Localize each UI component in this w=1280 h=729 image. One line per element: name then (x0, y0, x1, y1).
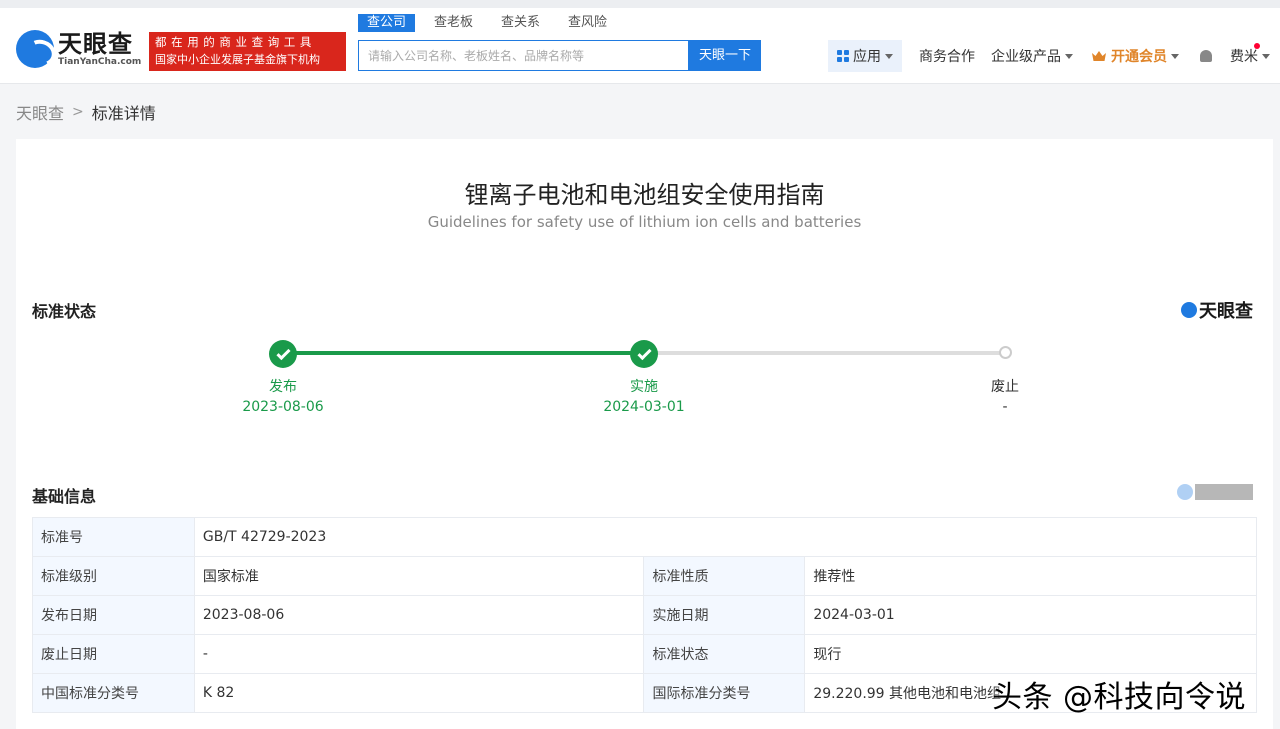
timeline-node-publish (269, 340, 297, 368)
breadcrumb-home[interactable]: 天眼查 (16, 100, 64, 124)
slogan-line-1: 都在用的商业查询工具 (155, 35, 316, 49)
brand-name: 天眼查 (1199, 301, 1253, 322)
search-box (358, 40, 689, 71)
basic-info-section-title: 基础信息 (32, 487, 97, 506)
search-button[interactable]: 天眼一下 (689, 40, 761, 71)
search-input[interactable] (359, 41, 688, 70)
chevron-right-icon: > (72, 104, 84, 120)
bell-icon (1200, 50, 1212, 62)
nav-ent-label: 企业级产品 (991, 49, 1061, 65)
notification-button[interactable] (1200, 40, 1212, 72)
tab-boss[interactable]: 查老板 (425, 14, 482, 32)
unread-dot (1254, 43, 1260, 49)
check-icon (275, 345, 291, 360)
chevron-down-icon (1262, 53, 1270, 59)
table-row: 废止日期 - 标准状态 现行 (32, 634, 1257, 674)
info-key: 废止日期 (32, 634, 195, 674)
user-menu[interactable]: 费米 (1230, 40, 1270, 72)
timeline-progress-done (283, 351, 645, 355)
brand-watermark-blurred (1177, 484, 1253, 500)
tianyancha-logo-icon (16, 30, 54, 68)
standard-title-cn: 锂离子电池和电池组安全使用指南 (464, 181, 825, 209)
site-logo[interactable]: 天眼查 TianYanCha.com (16, 30, 141, 68)
info-key: 中国标准分类号 (32, 673, 195, 713)
breadcrumb: 天眼查 > 标准详情 (16, 100, 156, 124)
info-value: 国家标准 (193, 556, 645, 596)
breadcrumb-current: 标准详情 (91, 104, 156, 123)
table-row: 发布日期 2023-08-06 实施日期 2024-03-01 (32, 595, 1257, 635)
nav-business-cooperation[interactable]: 商务合作 (919, 40, 975, 72)
check-icon (636, 345, 652, 360)
info-value: GB/T 42729-2023 (193, 517, 1258, 557)
logo-name: 天眼查 (58, 30, 133, 58)
blurred-brand-block (1195, 484, 1253, 500)
nav-open-vip[interactable]: 开通会员 (1091, 40, 1179, 72)
nav-vip-label: 开通会员 (1111, 49, 1167, 65)
info-key: 标准级别 (32, 556, 195, 596)
status-section-title: 标准状态 (32, 302, 97, 321)
timeline-node-implement (630, 340, 658, 368)
timeline-label-publish: 发布 (269, 379, 297, 395)
app-grid-icon (837, 50, 849, 62)
timeline-date-abolish: - (1002, 399, 1008, 415)
chevron-down-icon (885, 53, 893, 59)
tab-company[interactable]: 查公司 (358, 14, 416, 32)
tab-relation[interactable]: 查关系 (492, 14, 549, 32)
info-key: 标准状态 (643, 634, 806, 674)
timeline-date-publish: 2023-08-06 (242, 399, 324, 415)
tianyancha-logo-icon (1181, 302, 1197, 318)
info-value: 2024-03-01 (804, 595, 1257, 635)
user-name: 费米 (1230, 43, 1260, 66)
standard-title-en: Guidelines for safety use of lithium ion… (427, 213, 862, 231)
info-value: K 82 (193, 673, 645, 713)
chevron-down-icon (1065, 53, 1073, 59)
logo-domain: TianYanCha.com (58, 57, 142, 67)
chevron-down-icon (1171, 53, 1179, 59)
info-key: 标准号 (32, 517, 195, 557)
tianyancha-logo-icon (1177, 484, 1193, 500)
nav-app-menu[interactable]: 应用 (828, 40, 902, 72)
standard-detail-card: 锂离子电池和电池组安全使用指南 Guidelines for safety us… (16, 139, 1273, 729)
brand-watermark: 天眼查 (1181, 297, 1253, 323)
slogan-line-2: 国家中小企业发展子基金旗下机构 (155, 53, 320, 66)
info-key: 实施日期 (643, 595, 806, 635)
info-value: 2023-08-06 (193, 595, 645, 635)
timeline-node-abolish (999, 346, 1012, 359)
table-row: 标准号 GB/T 42729-2023 (32, 517, 1258, 557)
timeline-date-implement: 2024-03-01 (603, 399, 685, 415)
crown-icon (1092, 51, 1106, 61)
nav-app-label: 应用 (853, 49, 881, 65)
info-value: 现行 (804, 634, 1257, 674)
info-key: 国际标准分类号 (643, 673, 806, 713)
timeline-progress-pending (645, 351, 1005, 355)
timeline-label-abolish: 废止 (991, 379, 1019, 395)
info-key: 标准性质 (643, 556, 806, 596)
source-watermark: 头条 @科技向令说 (992, 680, 1247, 715)
info-key: 发布日期 (32, 595, 195, 635)
info-value: 推荐性 (804, 556, 1257, 596)
table-row: 标准级别 国家标准 标准性质 推荐性 (32, 556, 1257, 596)
slogan-banner: 都在用的商业查询工具 国家中小企业发展子基金旗下机构 (149, 32, 346, 71)
nav-enterprise-products[interactable]: 企业级产品 (991, 40, 1073, 72)
info-value: - (193, 634, 645, 674)
timeline-label-implement: 实施 (630, 379, 658, 395)
user-name-text: 费米 (1230, 49, 1258, 65)
tab-risk[interactable]: 查风险 (559, 14, 616, 32)
search-tabs: 查公司 查老板 查关系 查风险 (358, 14, 626, 32)
